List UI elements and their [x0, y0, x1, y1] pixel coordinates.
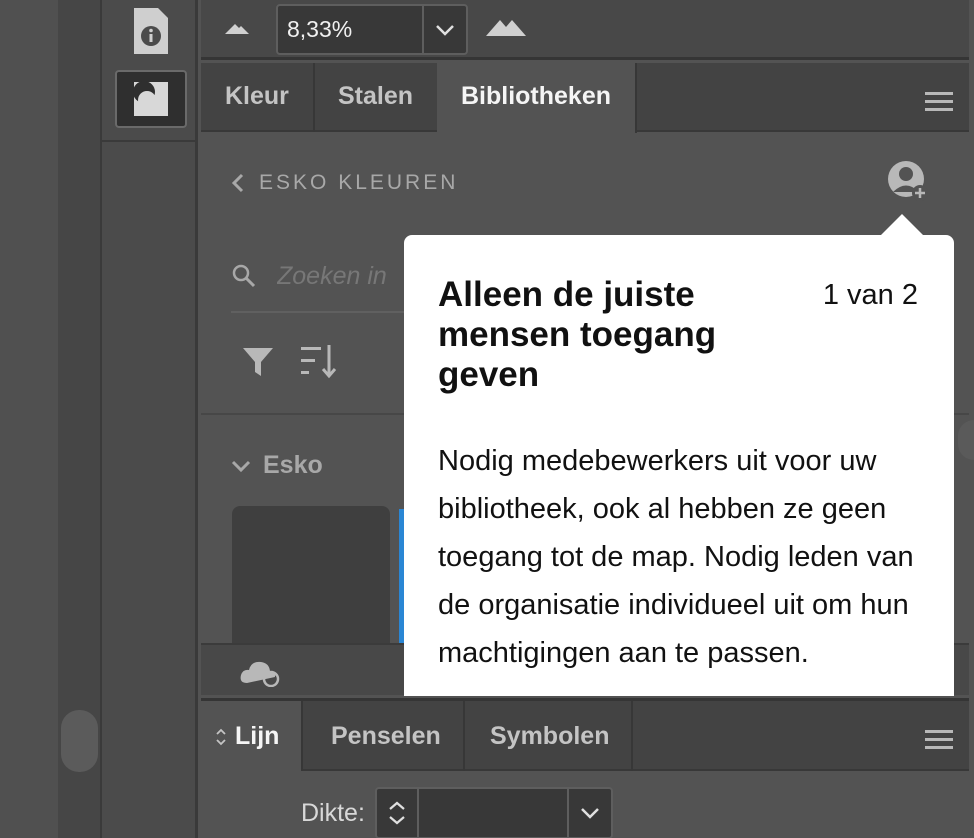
- tab-lijn-label: Lijn: [235, 722, 280, 750]
- coachmark-popover: Alleen de juiste mensen toegang geven 1 …: [404, 235, 954, 696]
- small-mountain-icon: [225, 24, 249, 34]
- document-info-button[interactable]: [115, 2, 187, 60]
- zoom-dropdown-button[interactable]: [422, 6, 466, 53]
- large-mountain-icon: [486, 20, 526, 36]
- library-icon: [133, 81, 168, 116]
- document-info-icon: [134, 8, 168, 54]
- search-placeholder: Zoeken in: [277, 261, 387, 290]
- chevron-down-icon: [231, 460, 251, 472]
- library-name: ESKO KLEUREN: [259, 171, 459, 194]
- sort-button[interactable]: [299, 343, 339, 384]
- zoom-out-button[interactable]: [223, 20, 251, 41]
- stroke-panel: Lijn Penselen Symbolen Dikte:: [201, 698, 969, 838]
- left-scrollbar-thumb[interactable]: [61, 710, 98, 772]
- chevron-up-icon: [389, 801, 405, 810]
- expand-collapse-icon: [216, 729, 226, 746]
- group-header-esko[interactable]: Esko: [231, 451, 323, 480]
- stroke-panel-menu-icon[interactable]: [925, 725, 953, 754]
- library-breadcrumb[interactable]: ESKO KLEUREN: [231, 171, 458, 195]
- tab-lijn[interactable]: Lijn: [201, 701, 304, 771]
- tab-penselen[interactable]: Penselen: [309, 701, 465, 771]
- chevron-down-icon: [389, 816, 405, 825]
- tab-stalen[interactable]: Stalen: [314, 63, 440, 132]
- dikte-dropdown-button[interactable]: [566, 787, 613, 838]
- popover-step-counter: 1 van 2: [822, 279, 918, 311]
- cloud-sync-icon: [240, 661, 280, 688]
- add-person-icon: [888, 161, 928, 201]
- color-panel-tabs: Kleur Stalen Bibliotheken: [201, 63, 969, 133]
- chevron-left-icon: [231, 173, 244, 193]
- search-icon: [232, 264, 256, 288]
- canvas-area: [0, 0, 58, 838]
- group-name: Esko: [263, 451, 323, 479]
- dikte-label: Dikte:: [301, 798, 365, 827]
- tab-bibliotheken[interactable]: Bibliotheken: [437, 63, 638, 133]
- filter-icon: [243, 348, 273, 376]
- popover-body: Nodig medebewerkers uit voor uw biblioth…: [438, 445, 914, 669]
- invite-user-button[interactable]: [886, 159, 930, 208]
- zoom-value[interactable]: 8,33%: [278, 6, 422, 53]
- dikte-stepper[interactable]: [374, 787, 419, 838]
- sort-icon: [301, 345, 337, 379]
- library-panel-button[interactable]: [115, 70, 187, 128]
- tab-kleur[interactable]: Kleur: [201, 63, 315, 132]
- library-swatch[interactable]: [232, 506, 390, 646]
- zoom-field[interactable]: 8,33%: [276, 4, 468, 55]
- dikte-input[interactable]: [418, 787, 567, 838]
- tool-column-divider: [102, 140, 195, 142]
- popover-arrow: [880, 214, 924, 236]
- panel-icon-column: [100, 0, 198, 838]
- chevron-down-icon: [436, 24, 454, 36]
- zoom-in-button[interactable]: [484, 16, 528, 43]
- zoom-toolbar: 8,33%: [201, 0, 969, 60]
- stroke-weight-row: Dikte:: [301, 787, 613, 838]
- stroke-panel-tabs: Lijn Penselen Symbolen: [201, 701, 969, 771]
- popover-title: Alleen de juiste mensen toegang geven: [438, 275, 717, 394]
- cloud-sync-button[interactable]: [239, 657, 283, 692]
- chevron-down-icon: [581, 808, 599, 819]
- tab-symbolen[interactable]: Symbolen: [468, 701, 634, 771]
- filter-button[interactable]: [241, 344, 275, 383]
- panel-menu-icon[interactable]: [925, 87, 953, 116]
- library-tools: [241, 343, 339, 384]
